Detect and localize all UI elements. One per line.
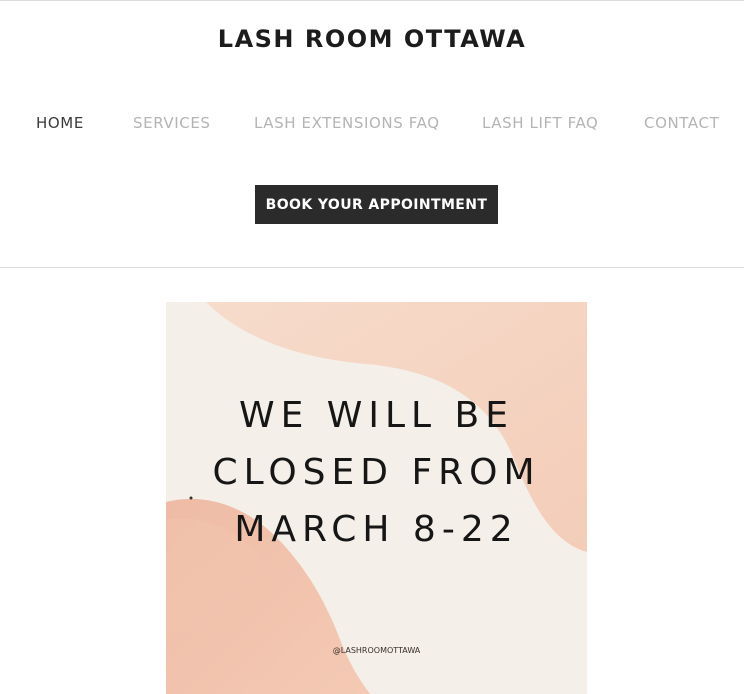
nav-item-lash-extensions-faq[interactable]: LASH EXTENSIONS FAQ [254, 114, 440, 132]
nav-item-contact[interactable]: CONTACT [644, 114, 719, 132]
book-appointment-button[interactable]: BOOK YOUR APPOINTMENT [255, 185, 498, 224]
page: LASH ROOM OTTAWA HOME SERVICES LASH EXTE… [0, 0, 744, 694]
main-nav: HOME SERVICES LASH EXTENSIONS FAQ LASH L… [0, 114, 744, 134]
nav-item-home[interactable]: HOME [36, 114, 84, 132]
promo-line-3: MARCH 8-22 [234, 509, 519, 550]
watercolor-background [166, 302, 587, 694]
closure-announcement-image: WE WILL BE CLOSED FROM MARCH 8-22 @LASHR… [166, 302, 587, 694]
header-divider [0, 267, 744, 268]
site-title[interactable]: LASH ROOM OTTAWA [0, 25, 744, 53]
nav-item-services[interactable]: SERVICES [133, 114, 211, 132]
instagram-handle: @LASHROOMOTTAWA [332, 646, 421, 655]
nav-item-lash-lift-faq[interactable]: LASH LIFT FAQ [482, 114, 598, 132]
promo-line-1: WE WILL BE [239, 395, 514, 436]
promo-line-2: CLOSED FROM [212, 452, 541, 493]
